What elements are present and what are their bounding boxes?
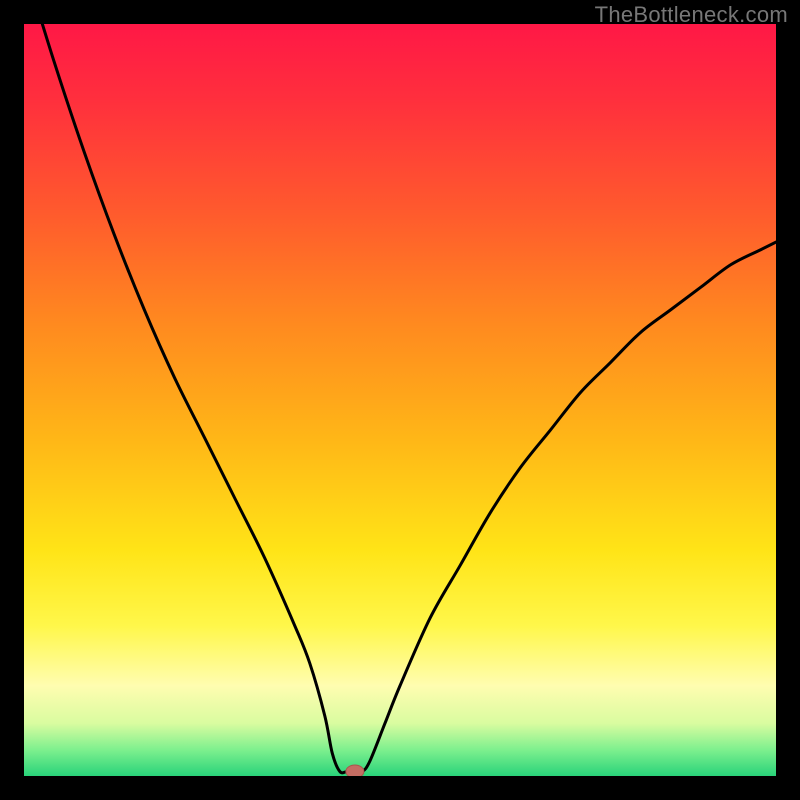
chart-frame: TheBottleneck.com [0,0,800,800]
gradient-background [24,24,776,776]
watermark-text: TheBottleneck.com [595,2,788,28]
plot-area [24,24,776,776]
chart-svg [24,24,776,776]
optimal-point-marker [346,765,364,776]
